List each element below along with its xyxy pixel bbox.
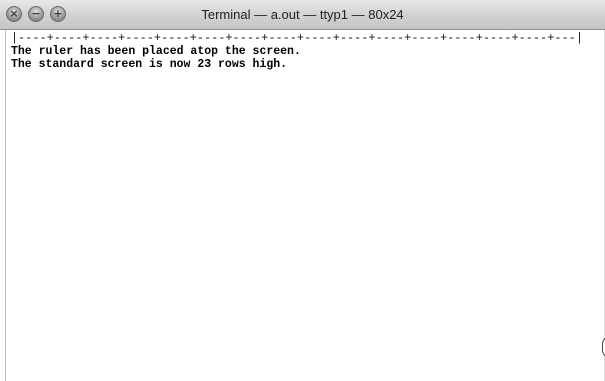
terminal-content-area[interactable]: |----+----+----+----+----+----+----+----…: [5, 30, 605, 381]
terminal-line-2: The standard screen is now 23 rows high.: [11, 58, 288, 71]
terminal-window: × − + Terminal — a.out — ttyp1 — 80x24 |…: [0, 0, 605, 381]
title-bar[interactable]: × − + Terminal — a.out — ttyp1 — 80x24: [0, 0, 605, 30]
terminal-line-1: The ruler has been placed atop the scree…: [11, 45, 301, 58]
column-ruler: |----+----+----+----+----+----+----+----…: [11, 32, 584, 45]
window-title: Terminal — a.out — ttyp1 — 80x24: [201, 7, 404, 22]
terminal-screen[interactable]: |----+----+----+----+----+----+----+----…: [11, 32, 583, 71]
